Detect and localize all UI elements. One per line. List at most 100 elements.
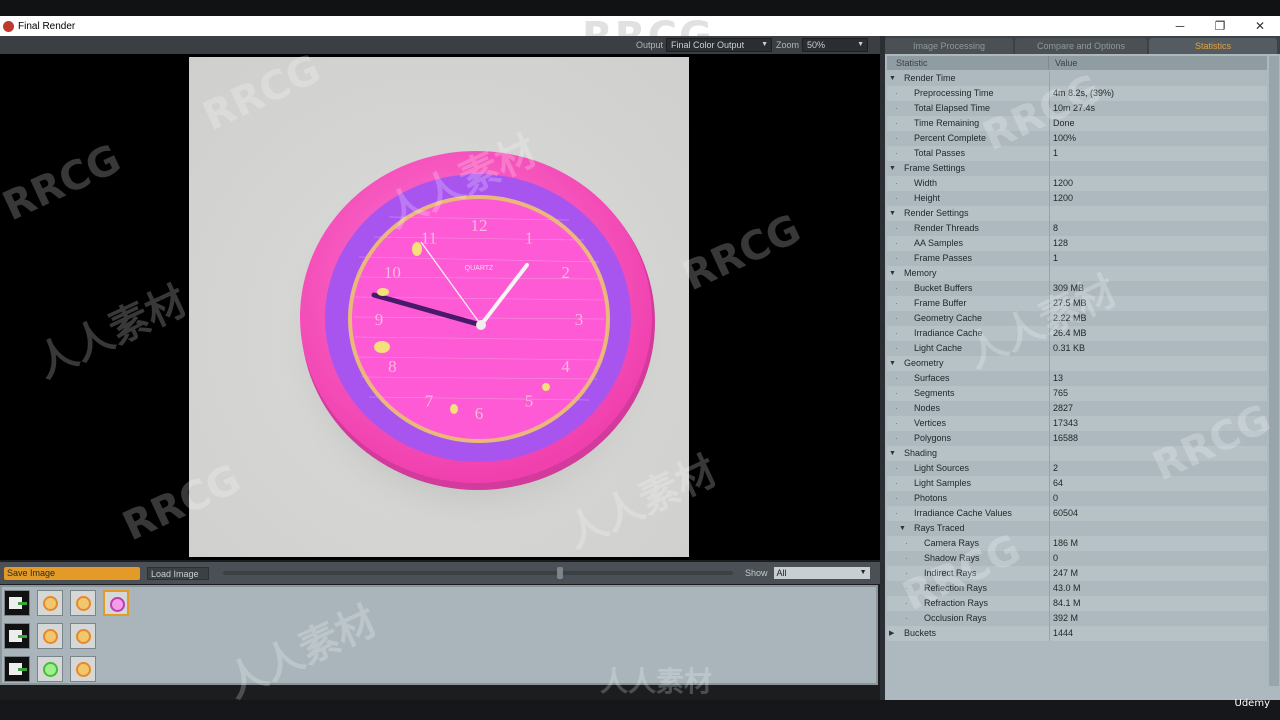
image-bar: Save Image Load Image Show All ▼	[0, 562, 880, 584]
history-slider[interactable]	[223, 567, 733, 579]
table-row[interactable]: · Polygons 16588	[887, 431, 1267, 446]
tree-line-icon: ·	[895, 403, 898, 413]
zoom-value: 50%	[807, 40, 826, 50]
tree-line-icon: ·	[895, 328, 898, 338]
expand-down-icon[interactable]: ▼	[899, 521, 906, 536]
table-row[interactable]: · Shadow Rays 0	[887, 551, 1267, 566]
table-row[interactable]: · AA Samples 128	[887, 236, 1267, 251]
render-thumbnail[interactable]	[4, 590, 30, 616]
table-row[interactable]: ▼ Rays Traced	[887, 521, 1267, 536]
tree-line-icon: ·	[895, 118, 898, 128]
close-icon[interactable]: ✕	[1240, 19, 1280, 33]
table-row[interactable]: · Render Threads 8	[887, 221, 1267, 236]
table-row[interactable]: ▼ Geometry	[887, 356, 1267, 371]
table-row[interactable]: ▼ Frame Settings	[887, 161, 1267, 176]
thumbnail-grid	[2, 587, 876, 683]
statistic-cell: · Bucket Buffers	[887, 281, 1050, 296]
statistics-table: ▼ Render Time · Preprocessing Time 4m 8.2s, …	[887, 71, 1267, 641]
tree-line-icon: ·	[905, 553, 908, 563]
tab-image-processing[interactable]: Image Processing	[885, 38, 1013, 54]
expand-right-icon[interactable]: ▶	[889, 626, 894, 641]
expand-down-icon[interactable]: ▼	[889, 446, 896, 461]
statistic-value	[1050, 356, 1053, 371]
statistic-value	[1050, 521, 1053, 536]
statistic-value: 8	[1053, 223, 1059, 233]
render-thumbnail[interactable]	[70, 656, 96, 682]
render-thumbnail[interactable]	[37, 590, 63, 616]
render-thumbnail[interactable]	[70, 590, 96, 616]
output-dropdown[interactable]: Final Color Output ▼	[666, 38, 773, 52]
statistic-value: 13	[1053, 373, 1064, 383]
table-row[interactable]: · Time Remaining Done	[887, 116, 1267, 131]
clock-numeral: 6	[475, 404, 484, 423]
tab-statistics[interactable]: Statistics	[1149, 38, 1277, 54]
table-row[interactable]: · Frame Buffer 27.5 MB	[887, 296, 1267, 311]
load-image-button[interactable]: Load Image	[147, 566, 209, 580]
header-value[interactable]: Value	[1049, 56, 1077, 70]
header-statistic[interactable]: Statistic	[887, 56, 1049, 70]
table-row[interactable]: ▼ Shading	[887, 446, 1267, 461]
render-thumbnail[interactable]	[37, 656, 63, 682]
table-row[interactable]: · Surfaces 13	[887, 371, 1267, 386]
clock-numeral: 9	[375, 310, 384, 329]
slider-knob[interactable]	[557, 567, 563, 579]
show-dropdown[interactable]: All ▼	[773, 567, 870, 579]
statistic-cell: · Occlusion Rays	[887, 611, 1050, 626]
render-thumbnail[interactable]	[4, 656, 30, 682]
table-row[interactable]: · Geometry Cache 2.22 MB	[887, 311, 1267, 326]
table-row[interactable]: · Total Elapsed Time 10m 27.4s	[887, 101, 1267, 116]
clock-numeral: 5	[525, 391, 534, 410]
table-row[interactable]: · Frame Passes 1	[887, 251, 1267, 266]
table-row[interactable]: · Bucket Buffers 309 MB	[887, 281, 1267, 296]
table-row[interactable]: · Occlusion Rays 392 M	[887, 611, 1267, 626]
table-row[interactable]: ▼ Render Settings	[887, 206, 1267, 221]
table-row[interactable]: · Reflection Rays 43.0 M	[887, 581, 1267, 596]
table-row[interactable]: · Irradiance Cache 26.4 MB	[887, 326, 1267, 341]
expand-down-icon[interactable]: ▼	[889, 206, 896, 221]
table-row[interactable]: · Preprocessing Time 4m 8.2s, (39%)	[887, 86, 1267, 101]
table-row[interactable]: · Photons 0	[887, 491, 1267, 506]
statistic-label: Light Sources	[914, 463, 970, 473]
expand-down-icon[interactable]: ▼	[889, 161, 896, 176]
table-row[interactable]: ▶ Buckets 1444	[887, 626, 1267, 641]
expand-down-icon[interactable]: ▼	[889, 266, 896, 281]
table-row[interactable]: · Irradiance Cache Values 60504	[887, 506, 1267, 521]
render-thumbnail[interactable]	[70, 623, 96, 649]
statistic-cell: · Height	[887, 191, 1050, 206]
table-row[interactable]: · Width 1200	[887, 176, 1267, 191]
statistic-cell: · Preprocessing Time	[887, 86, 1050, 101]
table-row[interactable]: · Percent Complete 100%	[887, 131, 1267, 146]
tab-compare-and-options[interactable]: Compare and Options	[1015, 38, 1147, 54]
table-row[interactable]: · Nodes 2827	[887, 401, 1267, 416]
table-row[interactable]: · Light Sources 2	[887, 461, 1267, 476]
table-row[interactable]: · Light Cache 0.31 KB	[887, 341, 1267, 356]
statistic-cell: · Segments	[887, 386, 1050, 401]
table-row[interactable]: · Segments 765	[887, 386, 1267, 401]
minimize-icon[interactable]: ─	[1160, 19, 1200, 33]
zoom-dropdown[interactable]: 50% ▼	[802, 38, 869, 52]
table-row[interactable]: · Camera Rays 186 M	[887, 536, 1267, 551]
table-row[interactable]: · Height 1200	[887, 191, 1267, 206]
statistic-cell: · Light Samples	[887, 476, 1050, 491]
render-thumbnail[interactable]	[103, 590, 129, 616]
table-row[interactable]: ▼ Memory	[887, 266, 1267, 281]
maximize-icon[interactable]: ❐	[1200, 19, 1240, 33]
tree-line-icon: ·	[895, 343, 898, 353]
render-thumbnail[interactable]	[37, 623, 63, 649]
expand-down-icon[interactable]: ▼	[889, 356, 896, 371]
statistic-cell: · Vertices	[887, 416, 1050, 431]
table-row[interactable]: · Indirect Rays 247 M	[887, 566, 1267, 581]
render-viewport[interactable]: 12 1 2 3 4 5 6 7 8 9 10 11 QUARTZ	[0, 54, 880, 560]
table-row[interactable]: ▼ Render Time	[887, 71, 1267, 86]
statistic-label: Frame Passes	[914, 253, 973, 263]
render-thumbnail[interactable]	[4, 623, 30, 649]
save-image-button[interactable]: Save Image	[4, 566, 140, 580]
panel-scrollbar[interactable]	[1269, 56, 1279, 686]
table-row[interactable]: · Light Samples 64	[887, 476, 1267, 491]
table-row[interactable]: · Vertices 17343	[887, 416, 1267, 431]
statistic-label: Buckets	[904, 628, 937, 638]
table-row[interactable]: · Refraction Rays 84.1 M	[887, 596, 1267, 611]
expand-down-icon[interactable]: ▼	[889, 71, 896, 86]
table-row[interactable]: · Total Passes 1	[887, 146, 1267, 161]
statistic-cell: · Width	[887, 176, 1050, 191]
